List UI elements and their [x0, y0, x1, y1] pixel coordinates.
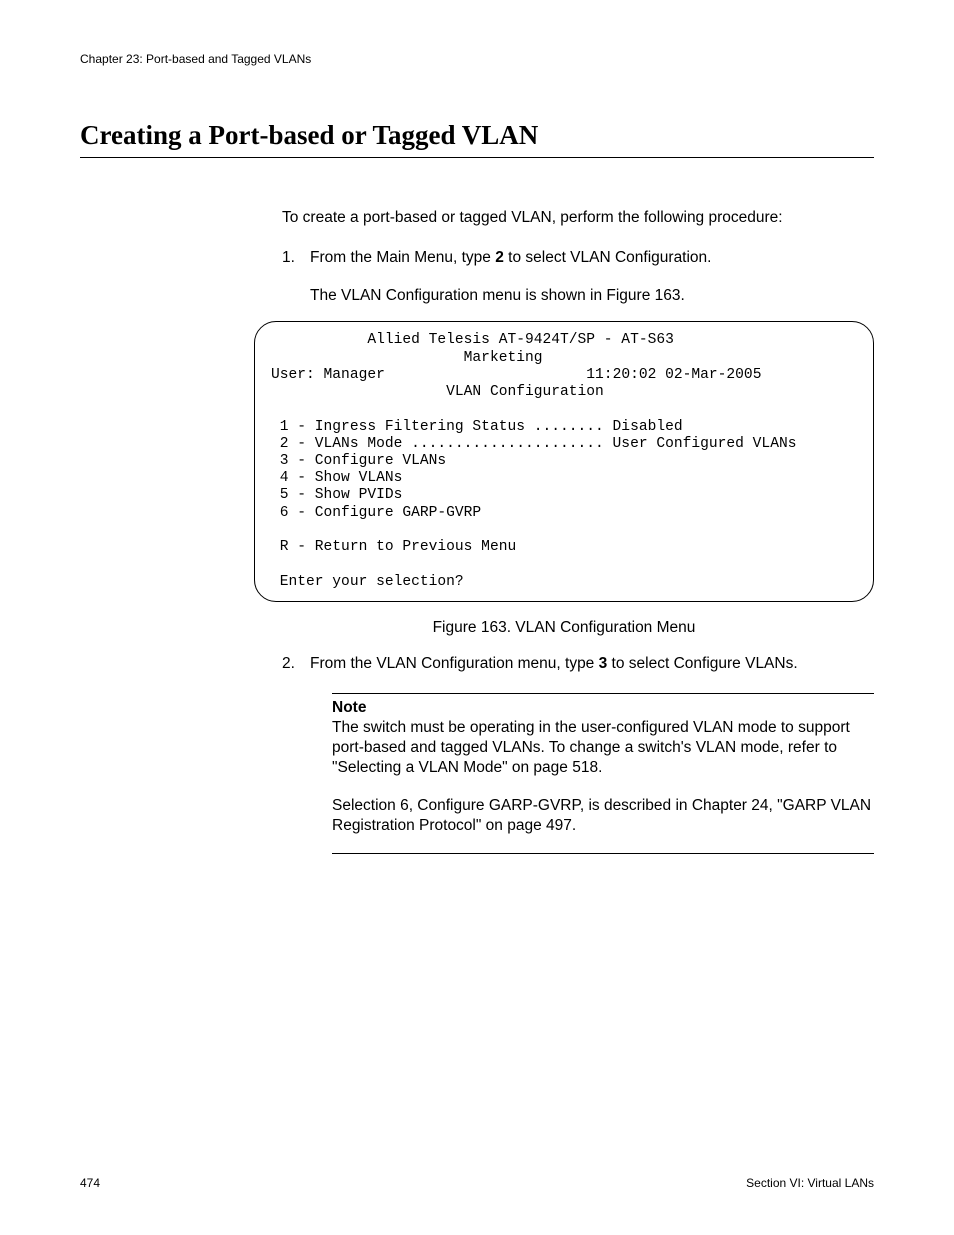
step-number: 1.	[282, 248, 310, 268]
note-label: Note	[332, 698, 874, 718]
step-text: From the Main Menu, type 2 to select VLA…	[310, 248, 874, 268]
terminal-option: 2 - VLANs Mode ...................... Us…	[271, 436, 796, 452]
note-paragraph: The switch must be operating in the user…	[332, 718, 874, 777]
note-block: Note The switch must be operating in the…	[332, 693, 874, 854]
terminal-line: Allied Telesis AT-9424T/SP - AT-S63	[271, 332, 674, 348]
note-paragraph: Selection 6, Configure GARP-GVRP, is des…	[332, 796, 874, 836]
step-1: 1. From the Main Menu, type 2 to select …	[282, 248, 874, 268]
text: to select Configure VLANs.	[607, 655, 797, 672]
step-number: 2.	[282, 654, 310, 674]
text: to select VLAN Configuration.	[504, 249, 712, 266]
section-label: Section VI: Virtual LANs	[746, 1176, 874, 1190]
chapter-header: Chapter 23: Port-based and Tagged VLANs	[80, 52, 874, 66]
text: From the Main Menu, type	[310, 249, 495, 266]
terminal-option: 6 - Configure GARP-GVRP	[271, 505, 481, 521]
terminal-option: 5 - Show PVIDs	[271, 487, 402, 503]
terminal-timestamp: 11:20:02 02-Mar-2005	[586, 367, 761, 383]
terminal-screen: Allied Telesis AT-9424T/SP - AT-S63 Mark…	[254, 321, 874, 601]
terminal-option: 4 - Show VLANs	[271, 470, 402, 486]
terminal-prompt: Enter your selection?	[271, 574, 464, 590]
step-text: From the VLAN Configuration menu, type 3…	[310, 654, 874, 674]
note-rule-bottom	[332, 853, 874, 854]
note-rule-top	[332, 693, 874, 694]
terminal-option: R - Return to Previous Menu	[271, 539, 516, 555]
terminal-user: User: Manager	[271, 367, 385, 383]
terminal-option: 1 - Ingress Filtering Status ........ Di…	[271, 419, 683, 435]
page-title: Creating a Port-based or Tagged VLAN	[80, 120, 874, 158]
bold-key: 2	[495, 249, 504, 266]
terminal-option: 3 - Configure VLANs	[271, 453, 446, 469]
page-number: 474	[80, 1176, 100, 1190]
figure-caption: Figure 163. VLAN Configuration Menu	[254, 618, 874, 638]
intro-text: To create a port-based or tagged VLAN, p…	[282, 208, 874, 228]
bold-key: 3	[599, 655, 608, 672]
text: From the VLAN Configuration menu, type	[310, 655, 599, 672]
terminal-line: VLAN Configuration	[271, 384, 604, 400]
terminal-line: Marketing	[271, 350, 543, 366]
step-2: 2. From the VLAN Configuration menu, typ…	[282, 654, 874, 674]
step-1-sub: The VLAN Configuration menu is shown in …	[310, 286, 874, 306]
